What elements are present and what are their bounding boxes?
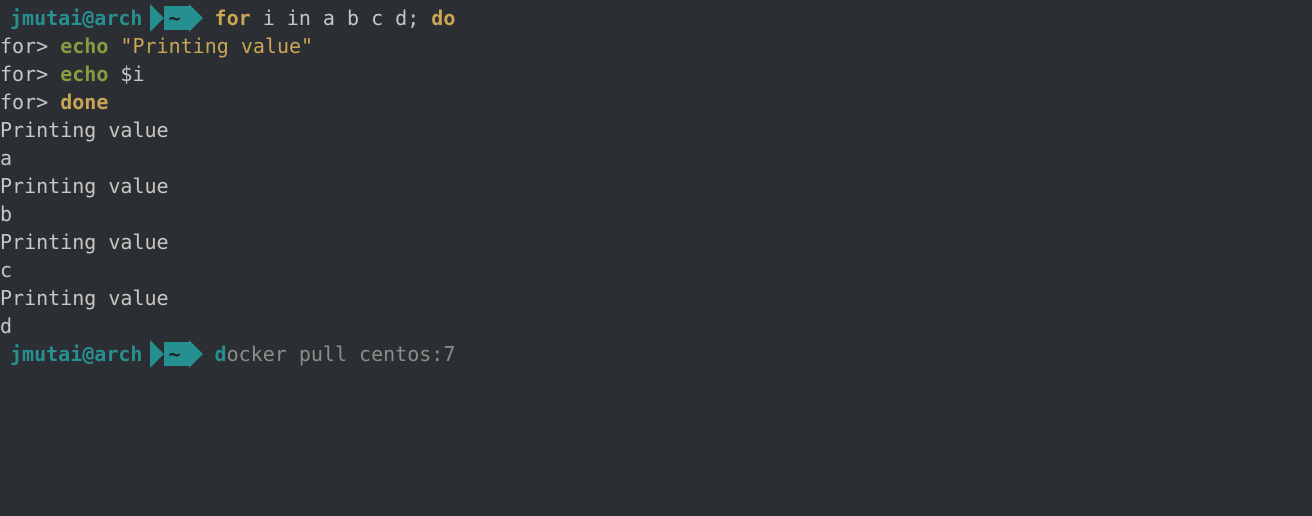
output-line: Printing value bbox=[0, 172, 1312, 200]
powerline-separator-icon bbox=[150, 4, 164, 32]
keyword-done: done bbox=[60, 90, 108, 114]
powerline-separator-icon bbox=[150, 340, 164, 368]
prompt-line-2[interactable]: jmutai@arch ~ docker pull centos:7 bbox=[0, 340, 1312, 368]
continuation-prompt: for> bbox=[0, 90, 48, 114]
output-line: Printing value bbox=[0, 228, 1312, 256]
continuation-line[interactable]: for> echo "Printing value" bbox=[0, 32, 1312, 60]
prompt-path: ~ bbox=[164, 6, 188, 30]
keyword-for: for bbox=[215, 6, 251, 30]
output-line: a bbox=[0, 144, 1312, 172]
continuation-prompt: for> bbox=[0, 62, 48, 86]
prompt-path: ~ bbox=[164, 342, 188, 366]
output-line: d bbox=[0, 312, 1312, 340]
command-echo: echo bbox=[60, 34, 108, 58]
variable-ref: $i bbox=[108, 62, 144, 86]
continuation-line[interactable]: for> echo $i bbox=[0, 60, 1312, 88]
autosuggestion: ocker pull centos:7 bbox=[227, 342, 456, 366]
continuation-line[interactable]: for> done bbox=[0, 88, 1312, 116]
keyword-do: do bbox=[431, 6, 455, 30]
command-echo: echo bbox=[60, 62, 108, 86]
output-line: Printing value bbox=[0, 284, 1312, 312]
prompt-line-1[interactable]: jmutai@arch ~ for i in a b c d; do bbox=[0, 4, 1312, 32]
typed-char: d bbox=[215, 342, 227, 366]
command-args: i in a b c d; bbox=[251, 6, 432, 30]
continuation-prompt: for> bbox=[0, 34, 48, 58]
prompt-user-host: jmutai@arch bbox=[0, 6, 150, 30]
output-line: Printing value bbox=[0, 116, 1312, 144]
prompt-user-host: jmutai@arch bbox=[0, 342, 150, 366]
powerline-separator-icon bbox=[189, 340, 203, 368]
output-line: b bbox=[0, 200, 1312, 228]
powerline-separator-icon bbox=[189, 4, 203, 32]
output-line: c bbox=[0, 256, 1312, 284]
string-arg: "Printing value" bbox=[108, 34, 313, 58]
